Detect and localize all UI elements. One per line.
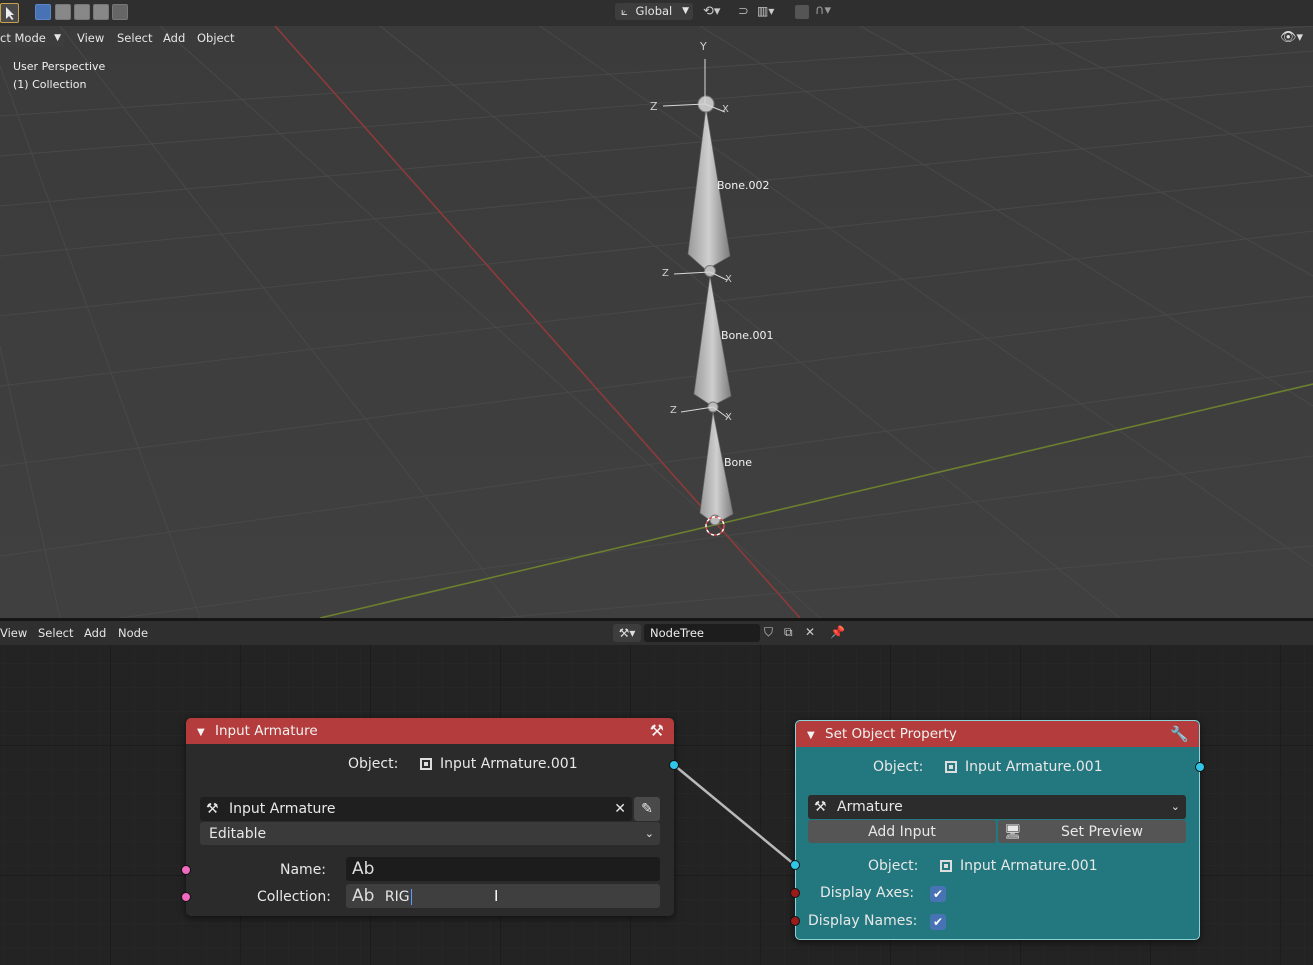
chevron-down-icon: ⌄ — [1170, 800, 1180, 813]
chevron-down-icon: ▼ — [682, 6, 689, 16]
falloff-icon[interactable]: ∩▾ — [815, 3, 831, 18]
node-header[interactable]: ▼ Set Object Property 🔧 — [796, 721, 1199, 747]
object-icon — [940, 860, 952, 872]
armature-icon: ⚒ — [649, 721, 664, 740]
3d-viewport[interactable]: User Perspective (1) Collection Bone.002… — [0, 26, 1313, 618]
mode-dropdown[interactable]: Editable ⌄ — [200, 822, 660, 845]
bone-label: Bone — [724, 456, 753, 469]
top-toolbar: ⟀ Global ▼ ⟲▾ ⊃ ▥▾ ∩▾ — [0, 0, 1313, 26]
name-input[interactable]: Ab — [346, 857, 660, 881]
snap-icon[interactable]: ⊃ — [738, 4, 749, 19]
text-ab-icon: Ab — [352, 859, 375, 879]
snap-target-icon[interactable]: ▥▾ — [757, 4, 774, 18]
orientation-icon: ⟀ — [621, 4, 628, 18]
viewport-collection-label: (1) Collection — [13, 78, 87, 91]
pivot-point-icon[interactable]: ⟲▾ — [703, 4, 720, 19]
mouse-ibeam-cursor-icon: I — [494, 887, 499, 905]
object-label: Object: — [868, 858, 919, 874]
unlink-close-icon[interactable]: ✕ — [805, 625, 815, 639]
output-socket-object[interactable] — [669, 760, 679, 770]
clear-x-icon[interactable]: ✕ — [614, 797, 626, 821]
edit-pencil-button[interactable]: ✎ — [634, 797, 660, 821]
display-names-label: Display Names: — [808, 913, 918, 929]
node-header[interactable]: ▼ Input Armature ⚒ — [186, 718, 674, 744]
armature-pose-icon: ⚒ — [206, 801, 219, 817]
bone-label: Bone.001 — [721, 329, 774, 342]
chevron-down-icon: ⌄ — [644, 827, 654, 840]
display-names-checkbox[interactable]: ✔ — [930, 914, 946, 930]
input-socket-display-names[interactable] — [790, 916, 800, 926]
viewport-header: ct Mode ▼ View Select Add Object — [0, 27, 1313, 49]
checkmark-icon: ✔ — [932, 915, 944, 929]
select-tool-icon[interactable] — [0, 3, 19, 23]
monitor-icon: 🖥 — [1004, 824, 1022, 840]
text-ab-icon: Ab — [352, 886, 375, 906]
bone-label: Bone.002 — [717, 179, 770, 192]
chevron-down-icon: ▼ — [54, 33, 61, 43]
menu-select[interactable]: Select — [38, 626, 73, 640]
checkmark-icon: ✔ — [932, 887, 944, 901]
display-axes-checkbox[interactable]: ✔ — [930, 886, 946, 902]
object-type-dropdown[interactable]: ⚒ Armature ⌄ — [808, 795, 1186, 819]
axis-label: X — [725, 274, 732, 285]
transform-orientation-dropdown[interactable]: ⟀ Global ▼ — [615, 3, 693, 20]
input-socket-display-axes[interactable] — [790, 888, 800, 898]
mode-dropdown[interactable]: ct Mode ▼ — [0, 30, 64, 47]
node-editor-header: View Select Add Node ⚒▾ NodeTree ⛉ ⧉ ✕ 📌 — [0, 621, 1313, 645]
collection-input[interactable]: Ab RIG I — [346, 884, 660, 908]
pencil-icon: ✎ — [641, 801, 653, 817]
add-input-button[interactable]: Add Input — [808, 820, 996, 843]
menu-node[interactable]: Node — [118, 626, 148, 640]
object-label: Object: — [348, 756, 399, 772]
select-box-new-icon[interactable] — [35, 4, 51, 20]
object-value: Input Armature.001 — [940, 858, 1098, 874]
viewport-grid — [0, 26, 1313, 618]
text-caret — [410, 889, 412, 905]
object-icon — [945, 761, 957, 773]
axis-label: Z — [670, 405, 677, 416]
select-box-subtract-icon[interactable] — [74, 4, 90, 20]
select-box-extend-icon[interactable] — [55, 4, 71, 20]
viewport-perspective-label: User Perspective — [13, 60, 106, 73]
axis-label: X — [725, 412, 732, 423]
menu-view[interactable]: View — [0, 626, 27, 640]
fake-user-shield-icon[interactable]: ⛉ — [764, 625, 773, 640]
proportional-editing-icon[interactable] — [795, 5, 809, 19]
object-value: Input Armature.001 — [945, 759, 1103, 775]
pin-icon[interactable]: 📌 — [830, 625, 845, 639]
axis-label: X — [722, 104, 729, 115]
collection-label: Collection: — [257, 889, 331, 905]
set-preview-button[interactable]: 🖥 Set Preview — [998, 820, 1186, 843]
input-socket-collection[interactable] — [181, 892, 191, 902]
select-box-intersect-icon[interactable] — [112, 4, 128, 20]
axis-label: Z — [650, 100, 658, 113]
menu-select[interactable]: Select — [112, 30, 157, 46]
node-set-object-property[interactable]: ▼ Set Object Property 🔧 Object: Input Ar… — [795, 720, 1200, 940]
menu-view[interactable]: View — [72, 30, 109, 46]
select-box-invert-icon[interactable] — [93, 4, 109, 20]
armature-icon: ⚒ — [814, 799, 827, 815]
name-label: Name: — [280, 862, 327, 878]
armature-selector-field[interactable]: ⚒ Input Armature ✕ — [200, 797, 632, 821]
menu-object[interactable]: Object — [192, 30, 239, 46]
node-editor-canvas[interactable]: ▼ Input Armature ⚒ Object: Input Armatur… — [0, 645, 1313, 965]
object-label: Object: — [873, 759, 924, 775]
node-input-armature[interactable]: ▼ Input Armature ⚒ Object: Input Armatur… — [186, 718, 674, 916]
node-tree-name-field[interactable]: NodeTree — [644, 624, 760, 642]
display-axes-label: Display Axes: — [820, 885, 915, 901]
menu-add[interactable]: Add — [84, 626, 106, 640]
collapse-triangle-icon[interactable]: ▼ — [197, 727, 205, 738]
wrench-icon: 🔧 — [1170, 725, 1189, 743]
menu-add[interactable]: Add — [158, 30, 190, 46]
input-socket-object[interactable] — [790, 860, 800, 870]
duplicate-icon[interactable]: ⧉ — [784, 625, 793, 640]
object-value: Input Armature.001 — [420, 756, 578, 772]
output-socket-object[interactable] — [1195, 762, 1205, 772]
axis-label: Z — [662, 268, 669, 279]
input-socket-name[interactable] — [181, 865, 191, 875]
object-icon — [420, 758, 432, 770]
node-tree-type-icon[interactable]: ⚒▾ — [613, 624, 641, 642]
collapse-triangle-icon[interactable]: ▼ — [807, 730, 815, 741]
